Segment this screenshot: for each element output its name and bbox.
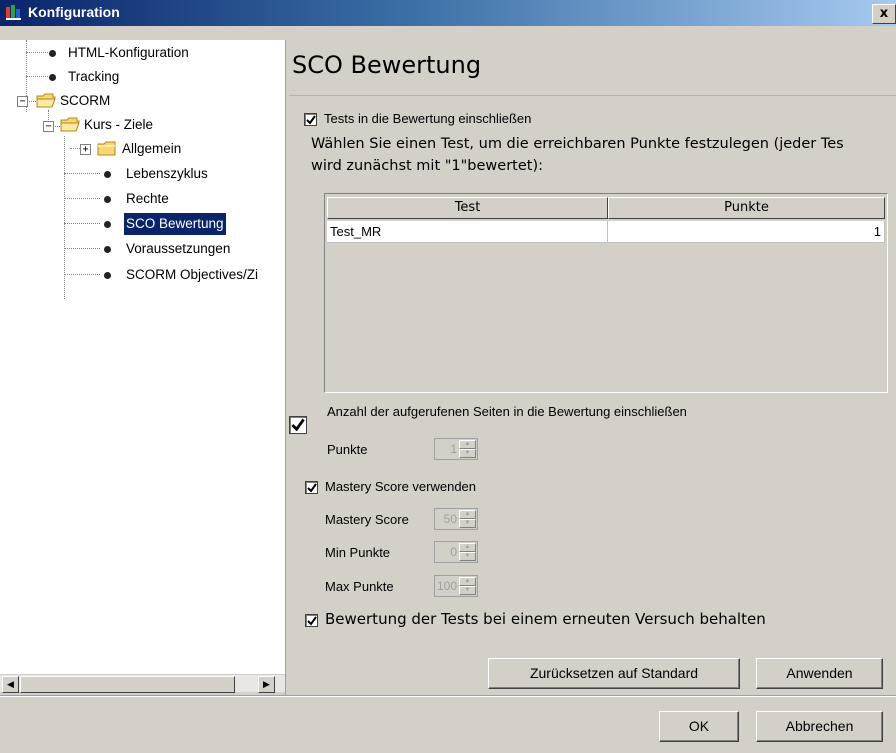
bullet-icon (104, 171, 111, 178)
column-header-punkte[interactable]: Punkte (608, 197, 885, 219)
checkmark-icon (306, 115, 316, 125)
spinner-value: 50 (443, 512, 457, 526)
spinner-down-icon[interactable]: ▼ (459, 519, 476, 528)
keep-scores-checkbox[interactable] (305, 614, 318, 627)
tree-item-label: SCO Bewertung (124, 213, 226, 235)
spinner-value: 100 (436, 579, 457, 593)
spinner-up-icon[interactable]: ▲ (459, 440, 476, 449)
tree-item-label: Allgemein (122, 141, 182, 156)
tree-item-tracking[interactable]: Tracking (0, 66, 285, 90)
bullet-icon (104, 196, 111, 203)
include-tests-label[interactable]: Tests in die Bewertung einschließen (324, 111, 531, 126)
tree-item-label: Rechte (126, 191, 169, 206)
reset-to-default-button[interactable]: Zurücksetzen auf Standard (488, 658, 740, 689)
tree-item-label: SCORM (60, 93, 111, 108)
include-tests-checkbox[interactable] (304, 113, 317, 126)
spinner-up-icon[interactable]: ▲ (459, 510, 476, 519)
max-points-label: Max Punkte (325, 579, 394, 594)
spinner-down-icon[interactable]: ▼ (459, 586, 476, 595)
spinner-down-icon[interactable]: ▼ (459, 449, 476, 458)
arrow-left-icon: ◀ (7, 679, 14, 689)
ok-button[interactable]: OK (659, 711, 739, 742)
tree-item-voraussetzungen[interactable]: Voraussetzungen (0, 238, 285, 262)
pages-points-spinner[interactable]: 1 ▲ ▼ (434, 438, 478, 460)
app-icon (5, 4, 23, 22)
include-pages-label[interactable]: Anzahl der aufgerufenen Seiten in die Be… (327, 404, 687, 419)
tree-item-lebenszyklus[interactable]: Lebenszyklus (0, 163, 285, 187)
tree-item-scorm[interactable]: − SCORM (0, 90, 285, 114)
spinner-up-icon[interactable]: ▲ (459, 577, 476, 586)
tree-item-rechte[interactable]: Rechte (0, 188, 285, 212)
include-tests-description-2: wird zunächst mit "1"bewertet): (311, 158, 544, 174)
spinner-value: 0 (450, 545, 457, 559)
tree-item-allgemein[interactable]: + Allgemein (0, 138, 285, 162)
title-bar[interactable]: Konfiguration x (0, 0, 896, 26)
spinner-value: 1 (450, 442, 457, 456)
tree-horizontal-scrollbar[interactable]: ◀ ▶ (0, 674, 285, 693)
table-row-punkte[interactable]: 1 (608, 221, 885, 243)
tree-item-scorm-objectives[interactable]: SCORM Objectives/Zi (0, 264, 285, 288)
bullet-icon (49, 50, 56, 57)
tests-table[interactable]: Test Punkte Test_MR 1 (324, 193, 888, 393)
folder-icon (97, 141, 117, 156)
mastery-score-spinner[interactable]: 50 ▲ ▼ (434, 508, 478, 530)
include-tests-description: Wählen Sie einen Test, um die erreichbar… (311, 136, 844, 152)
navigation-tree[interactable]: HTML-Konfiguration Tracking − SCORM − Ku… (0, 40, 285, 674)
mastery-score-checkbox[interactable] (305, 481, 318, 494)
min-points-spinner[interactable]: 0 ▲ ▼ (434, 541, 478, 563)
pages-points-label: Punkte (327, 442, 368, 457)
close-icon: x (879, 6, 889, 21)
bullet-icon (49, 74, 56, 81)
mastery-score-field-label: Mastery Score (325, 512, 409, 527)
tree-item-sco-bewertung[interactable]: SCO Bewertung (0, 213, 285, 237)
folder-open-icon (36, 93, 56, 108)
include-pages-checkbox[interactable] (289, 416, 307, 434)
tree-item-label: HTML-Konfiguration (68, 45, 189, 60)
scroll-left-button[interactable]: ◀ (2, 676, 19, 693)
checkmark-icon (307, 483, 317, 493)
checkmark-icon (291, 418, 305, 432)
apply-button[interactable]: Anwenden (756, 658, 883, 689)
tree-item-label: Kurs - Ziele (84, 117, 154, 132)
keep-scores-label[interactable]: Bewertung der Tests bei einem erneuten V… (325, 610, 766, 628)
configuration-window: Konfiguration x HTML-Konfiguration Track… (0, 0, 896, 753)
column-header-test[interactable]: Test (327, 197, 608, 219)
tree-item-kurs-ziele[interactable]: − Kurs - Ziele (0, 114, 285, 138)
tree-item-html-konfiguration[interactable]: HTML-Konfiguration (0, 42, 285, 66)
min-points-label: Min Punkte (325, 545, 391, 560)
bullet-icon (104, 272, 111, 279)
folder-open-icon (60, 117, 80, 132)
tree-item-label: Voraussetzungen (126, 241, 231, 256)
checkmark-icon (307, 616, 317, 626)
collapse-icon[interactable]: − (17, 96, 28, 107)
divider (0, 696, 896, 697)
bullet-icon (104, 246, 111, 253)
close-button[interactable]: x (872, 4, 896, 24)
cancel-button[interactable]: Abbrechen (756, 711, 883, 742)
spinner-up-icon[interactable]: ▲ (459, 543, 476, 552)
expand-icon[interactable]: + (80, 144, 91, 155)
tree-item-label: Tracking (68, 69, 120, 84)
divider (289, 95, 896, 96)
bullet-icon (104, 221, 111, 228)
tree-item-label: Lebenszyklus (126, 166, 208, 181)
window-title: Konfiguration (28, 4, 120, 20)
page-title: SCO Bewertung (292, 51, 482, 79)
panel-splitter[interactable] (285, 40, 289, 695)
collapse-icon[interactable]: − (43, 121, 54, 132)
table-row-test[interactable]: Test_MR (327, 221, 608, 243)
mastery-score-label[interactable]: Mastery Score verwenden (325, 479, 476, 494)
arrow-right-icon: ▶ (263, 679, 270, 689)
scroll-right-button[interactable]: ▶ (258, 676, 275, 693)
spinner-down-icon[interactable]: ▼ (459, 552, 476, 561)
scrollbar-thumb[interactable] (20, 676, 235, 693)
tree-item-label: SCORM Objectives/Zi (126, 267, 259, 282)
max-points-spinner[interactable]: 100 ▲ ▼ (434, 575, 478, 597)
